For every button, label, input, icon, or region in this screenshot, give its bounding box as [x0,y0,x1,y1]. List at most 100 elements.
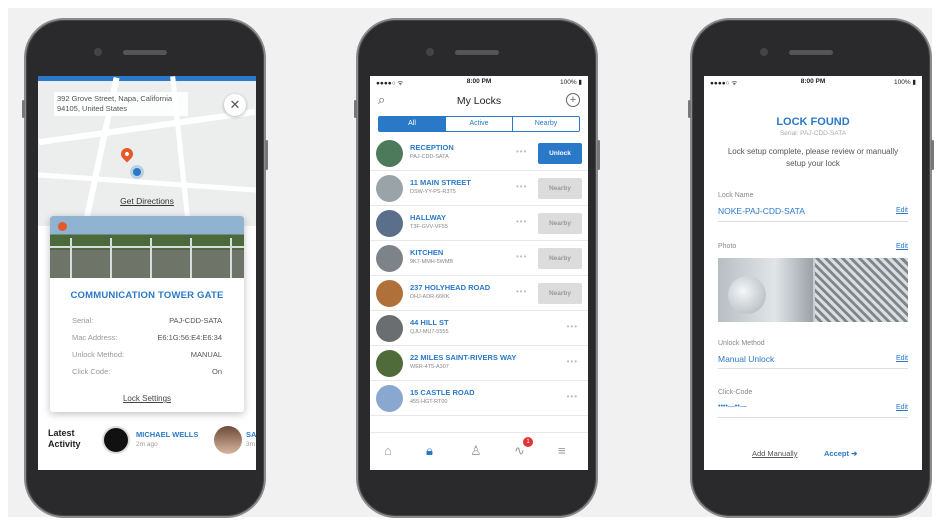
lock-thumbnail [376,245,403,272]
map[interactable]: 392 Grove Street, Napa, California 94105… [38,76,256,226]
tab-nearby[interactable]: Nearby [513,117,579,131]
phone-lock-found: ●●●●○ ᯤ 8:00 PM 100% ▮ LOCK FOUND Serial… [688,18,934,518]
speaker-grille [789,50,833,55]
battery-indicator: 100% ▮ [893,79,916,86]
more-icon[interactable]: ••• [567,322,578,331]
more-icon[interactable]: ••• [516,147,527,156]
more-icon[interactable]: ••• [516,287,527,296]
unlock-method-label: Unlock Method [718,340,765,347]
edit-lock-name-link[interactable]: Edit [896,207,908,214]
detail-serial: Serial: PAJ-CDD-SATA [72,316,222,325]
power-button [597,140,600,170]
nearby-button[interactable]: Nearby [538,213,582,234]
activity-user-name[interactable]: SA [246,430,256,439]
add-lock-icon[interactable]: + [566,93,580,107]
lock-icon[interactable]: 🔒︎ [426,443,433,459]
more-icon[interactable]: ••• [516,217,527,226]
nearby-button[interactable]: Nearby [538,283,582,304]
fence-rail [50,246,244,248]
lock-serial: DHJ-ADR-66KK [410,294,450,300]
list-item[interactable]: 15 CASTLE ROAD 455-HGT-RT00 ••• [370,381,588,416]
lock-serial: QJU-MU7-5555 [410,329,449,335]
lock-thumbnail [376,140,403,167]
detail-mac-address: Mac Address: E6:1G:56:E4:E6:34 [72,333,222,342]
fence-photo [815,258,908,322]
lock-name: COMMUNICATION TOWER GATE [70,290,224,301]
front-camera [426,48,434,56]
page-title: My Locks [456,95,502,107]
list-item[interactable]: RECEPTION PAJ-CDD-SATA ••• Unlock [370,136,588,171]
power-button [265,140,268,170]
location-pin-icon[interactable] [118,145,136,163]
nearby-button[interactable]: Nearby [538,248,582,269]
list-item[interactable]: 237 HOLYHEAD ROAD DHJ-ADR-66KK ••• Nearb… [370,276,588,311]
list-item[interactable]: KITCHEN 9K7-MMH-5WMB ••• Nearby [370,241,588,276]
lock-thumbnail [376,350,403,377]
more-icon[interactable]: ••• [567,357,578,366]
more-icon[interactable]: ••• [516,182,527,191]
lock-detail-card: COMMUNICATION TOWER GATE Serial: PAJ-CDD-… [50,216,244,412]
lock-serial: Serial: PAJ-CDD-SATA [779,130,847,137]
unlock-method-value: Manual Unlock [718,354,775,364]
lock-thumbnail [376,175,403,202]
edit-click-code-link[interactable]: Edit [896,404,908,411]
detail-label: Mac Address: [72,333,118,342]
edit-unlock-method-link[interactable]: Edit [896,355,908,362]
detail-value: PAJ-CDD-SATA [169,316,222,325]
tab-all[interactable]: All [379,117,446,131]
menu-icon[interactable]: ≡ [558,443,566,458]
lock-thumbnail [376,280,403,307]
more-icon[interactable]: ••• [567,392,578,401]
activity-user-name[interactable]: MICHAEL WELLS [136,430,198,439]
activity-icon[interactable]: ∿ [514,443,525,459]
battery-indicator: 100% ▮ [559,79,582,86]
tab-active[interactable]: Active [446,117,513,131]
home-icon[interactable]: ⌂ [384,443,392,458]
phone-map-view: 392 Grove Street, Napa, California 94105… [22,18,268,518]
screen: 392 Grove Street, Napa, California 94105… [38,76,256,470]
nearby-button[interactable]: Nearby [538,178,582,199]
lock-name-value: NOKE-PAJ-CDD-SATA [718,206,805,216]
list-item[interactable]: 22 MILES SAINT-RIVERS WAY WER-4T5-A307 •… [370,346,588,381]
filter-tabs: All Active Nearby [378,116,580,132]
lock-serial: 455-HGT-RT00 [410,399,448,405]
close-icon[interactable]: ✕ [224,94,246,116]
list-item[interactable]: 44 HILL ST QJU-MU7-5555 ••• [370,311,588,346]
lock-serial: T3F-GVV-VF55 [410,224,448,230]
unlock-button[interactable]: Unlock [538,143,582,164]
latest-activity-label: Latest Activity [48,428,81,449]
detail-label: Click Code: [72,367,111,376]
fence-post [110,238,112,278]
avatar[interactable] [102,426,130,454]
get-directions-link[interactable]: Get Directions [38,196,256,206]
fence-post [70,238,72,278]
fence-post [190,238,192,278]
user-icon[interactable]: ♙ [470,443,482,459]
lock-settings-link[interactable]: Lock Settings [50,394,244,403]
lock-photo [50,216,244,278]
detail-label: Unlock Method: [72,350,125,359]
lock-name: 15 CASTLE ROAD [410,388,475,397]
detail-click-code: Click Code: On [72,367,222,376]
add-manually-link[interactable]: Add Manually [752,449,797,458]
accept-label: Accept [824,449,850,458]
click-code-label: Click-Code [718,389,753,396]
photo-label: Photo [718,243,737,250]
page-title: LOCK FOUND [776,116,850,128]
address-label: 392 Grove Street, Napa, California 94105… [54,92,188,116]
edit-photo-link[interactable]: Edit [896,243,908,250]
list-item[interactable]: HALLWAY T3F-GVV-VF55 ••• Nearby [370,206,588,241]
list-item[interactable]: 11 MAIN STREET DSW-YY-PS-R3T5 ••• Nearby [370,171,588,206]
lock-name-label: Lock Name [718,192,754,199]
divider [718,221,908,222]
lock-serial: PAJ-CDD-SATA [410,154,449,160]
lock-photos[interactable] [718,258,908,322]
arrow-right-icon: ➔ [851,449,858,458]
speaker-grille [455,50,499,55]
current-location-icon [133,168,141,176]
avatar[interactable] [214,426,242,454]
accept-button[interactable]: Accept ➔ [824,449,857,458]
more-icon[interactable]: ••• [516,252,527,261]
bottom-tab-bar: ⌂ 🔒︎ ♙ ∿ 1 ≡ [370,432,588,470]
lock-name: 11 MAIN STREET [410,178,471,187]
